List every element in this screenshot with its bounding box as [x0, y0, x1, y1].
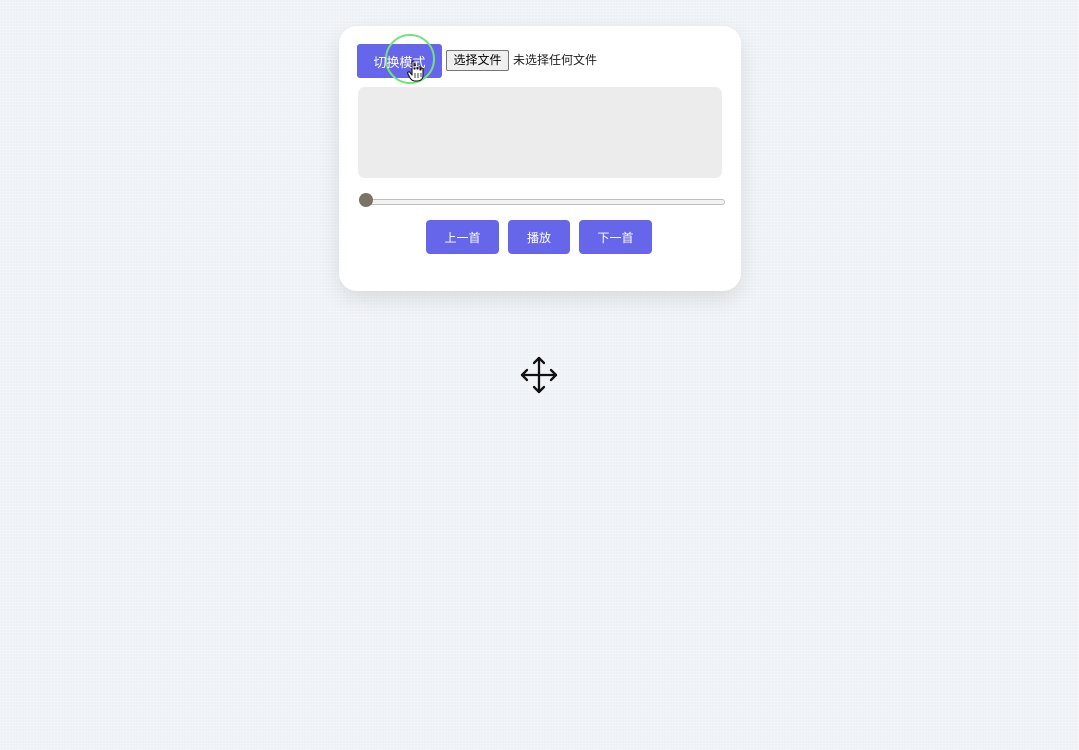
file-status-text: 未选择任何文件: [513, 53, 598, 67]
audio-visualizer: [358, 87, 722, 178]
next-track-button[interactable]: 下一首: [579, 220, 652, 254]
music-player-card: 切换模式 选择文件 未选择任何文件 上一首 播放 下一首: [339, 26, 741, 291]
move-icon: [520, 356, 558, 394]
progress-slider[interactable]: [360, 199, 725, 205]
switch-mode-button[interactable]: 切换模式: [357, 44, 442, 78]
progress-slider-thumb[interactable]: [359, 193, 373, 207]
previous-track-button[interactable]: 上一首: [426, 220, 499, 254]
choose-file-button[interactable]: 选择文件: [446, 50, 509, 71]
play-button[interactable]: 播放: [508, 220, 570, 254]
switch-mode-label: 切换模式: [373, 55, 426, 71]
